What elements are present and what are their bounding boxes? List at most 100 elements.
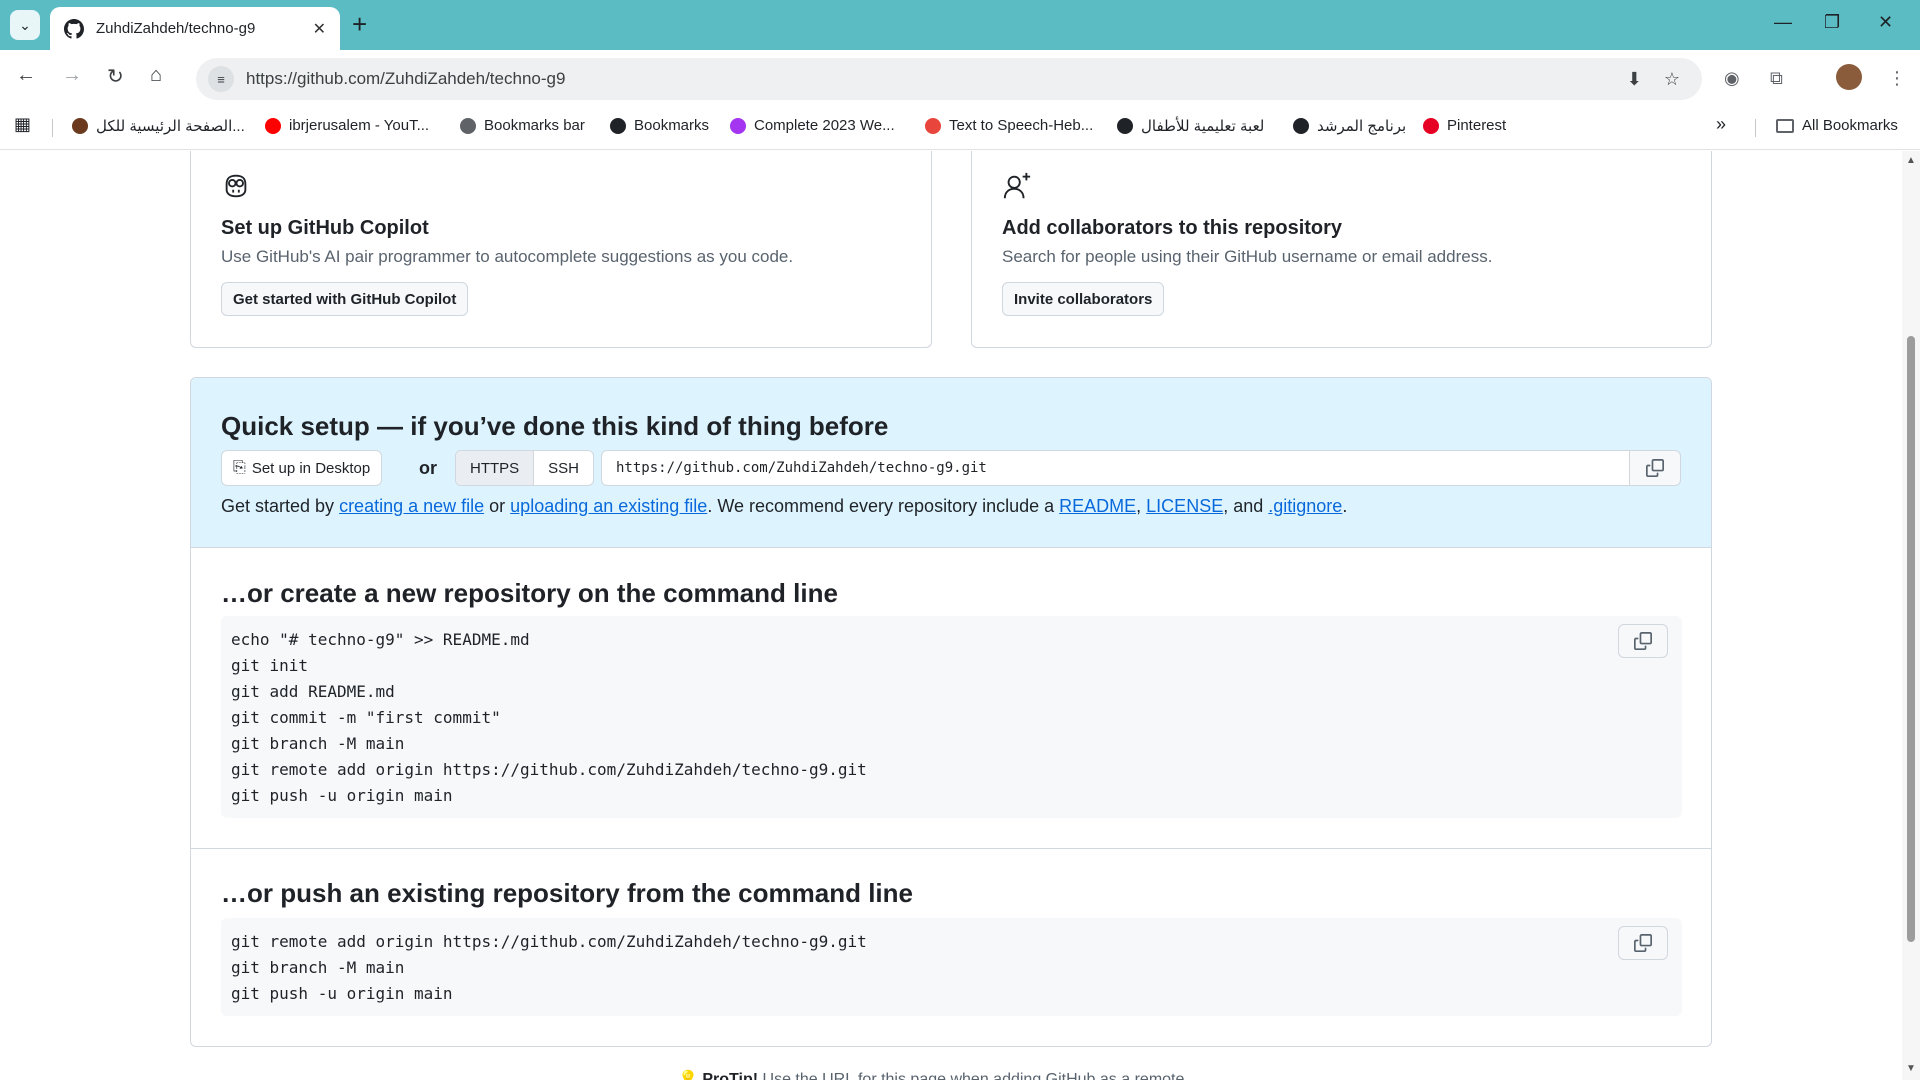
get-started-text: Get started by creating a new file or up… bbox=[221, 496, 1347, 517]
globe-icon bbox=[1117, 118, 1133, 134]
all-bookmarks-button[interactable]: All Bookmarks bbox=[1776, 117, 1898, 134]
udemy-icon bbox=[730, 117, 746, 134]
site-info-icon[interactable]: ≡ bbox=[208, 66, 234, 92]
copilot-description: Use GitHub's AI pair programmer to autoc… bbox=[221, 247, 794, 266]
chevron-down-icon: ⌄ bbox=[19, 16, 31, 33]
bookmark-item[interactable]: Bookmarks bar bbox=[460, 117, 585, 134]
gs-comma: , bbox=[1136, 496, 1147, 516]
pinterest-icon bbox=[1423, 117, 1439, 134]
copy-create-commands-button[interactable] bbox=[1618, 624, 1668, 658]
copy-icon bbox=[1634, 934, 1652, 952]
protip-label: ProTip! bbox=[702, 1071, 759, 1080]
bookmarks-divider bbox=[52, 119, 53, 137]
invite-collaborators-button[interactable]: Invite collaborators bbox=[1002, 282, 1165, 316]
gs-prefix: Get started by bbox=[221, 496, 340, 516]
apps-grid-icon[interactable]: ▦ bbox=[14, 114, 31, 135]
bookmark-label: Text to Speech-Heb... bbox=[949, 117, 1094, 134]
code-line: git init bbox=[231, 656, 309, 675]
copy-clone-url-button[interactable] bbox=[1629, 450, 1681, 486]
scrollbar-thumb[interactable] bbox=[1907, 336, 1915, 942]
https-tab[interactable]: HTTPS bbox=[456, 451, 535, 485]
folder-icon bbox=[1776, 118, 1794, 133]
address-bar[interactable]: ≡ https://github.com/ZuhdiZahdeh/techno-… bbox=[196, 58, 1702, 100]
readme-link[interactable]: README bbox=[1059, 496, 1136, 516]
gitignore-link[interactable]: .gitignore bbox=[1268, 496, 1342, 516]
bookmark-item[interactable]: ibrjerusalem - YouT... bbox=[265, 117, 429, 134]
code-line: git branch -M main bbox=[231, 958, 405, 977]
setup-box: Quick setup — if you’ve done this kind o… bbox=[190, 377, 1712, 1047]
copilot-title: Set up GitHub Copilot bbox=[221, 217, 429, 239]
create-repo-section: …or create a new repository on the comma… bbox=[191, 548, 1711, 848]
forward-arrow-icon[interactable]: → bbox=[62, 64, 82, 87]
protocol-toggle: HTTPS SSH bbox=[455, 450, 595, 486]
code-line: git push -u origin main bbox=[231, 786, 453, 805]
speech-icon bbox=[925, 117, 941, 134]
uploading-existing-file-link[interactable]: uploading an existing file bbox=[510, 496, 707, 516]
tab-strip: ⌄ ZuhdiZahdeh/techno-g9 ✕ + — ❐ ✕ bbox=[0, 0, 1920, 50]
bookmark-item[interactable]: Text to Speech-Heb... bbox=[925, 117, 1093, 134]
more-bookmarks-icon[interactable]: » bbox=[1716, 114, 1726, 135]
code-line: git add README.md bbox=[231, 682, 395, 701]
bookmark-label: Complete 2023 We... bbox=[754, 117, 895, 134]
tab-search-button[interactable]: ⌄ bbox=[10, 10, 40, 40]
page-scrollbar[interactable]: ▲ ▼ bbox=[1902, 151, 1920, 1080]
bookmark-label: Bookmarks bbox=[634, 117, 710, 134]
bookmark-item[interactable]: لعبة تعليمية للأطفال bbox=[1117, 117, 1264, 135]
collaborators-description: Search for people using their GitHub use… bbox=[1002, 247, 1493, 266]
quick-setup-title: Quick setup — if you’ve done this kind o… bbox=[221, 411, 889, 441]
desktop-download-icon: ⎘ bbox=[233, 459, 246, 476]
gs-and: , and bbox=[1223, 496, 1269, 516]
code-line: git remote add origin https://github.com… bbox=[231, 932, 867, 951]
ssh-tab[interactable]: SSH bbox=[534, 451, 593, 485]
create-repo-code: echo "# techno-g9" >> README.md git init g… bbox=[221, 616, 1682, 818]
or-label: or bbox=[419, 458, 437, 478]
folder-icon bbox=[460, 117, 476, 134]
bookmarks-divider bbox=[1755, 119, 1756, 137]
globe-icon bbox=[72, 118, 88, 134]
browser-toolbar: ← → ↻ ⌂ ≡ https://github.com/ZuhdiZahdeh… bbox=[0, 50, 1920, 105]
bookmark-label: Bookmarks bar bbox=[484, 117, 585, 134]
page-content: Set up GitHub Copilot Use GitHub's AI pa… bbox=[0, 151, 1902, 1080]
code-line: echo "# techno-g9" >> README.md bbox=[231, 630, 530, 649]
minimize-button[interactable]: — bbox=[1774, 12, 1792, 33]
bookmark-star-icon[interactable]: ☆ bbox=[1664, 69, 1680, 90]
bookmark-label: لعبة تعليمية للأطفال bbox=[1141, 118, 1265, 135]
collaborators-card: Add collaborators to this repository Sea… bbox=[971, 151, 1712, 348]
restore-button[interactable]: ❐ bbox=[1824, 12, 1840, 33]
address-url[interactable]: https://github.com/ZuhdiZahdeh/techno-g9 bbox=[246, 69, 1627, 89]
bookmark-item[interactable]: الصفحة الرئيسية للكل... bbox=[72, 117, 245, 135]
bookmark-item[interactable]: Bookmarks bbox=[610, 117, 709, 134]
setup-desktop-button[interactable]: ⎘ Set up in Desktop bbox=[221, 450, 383, 486]
license-link[interactable]: LICENSE bbox=[1146, 496, 1223, 516]
bookmark-item[interactable]: برنامج المرشد bbox=[1293, 117, 1406, 135]
all-bookmarks-label: All Bookmarks bbox=[1802, 117, 1898, 134]
tab-close-icon[interactable]: ✕ bbox=[313, 19, 326, 39]
scroll-down-icon[interactable]: ▼ bbox=[1906, 1063, 1916, 1074]
install-app-icon[interactable]: ⬇ bbox=[1627, 69, 1642, 90]
get-started-copilot-button[interactable]: Get started with GitHub Copilot bbox=[221, 282, 469, 316]
creating-new-file-link[interactable]: creating a new file bbox=[339, 496, 484, 516]
globe-icon bbox=[1293, 118, 1309, 134]
copy-icon bbox=[1646, 459, 1664, 477]
bookmark-item[interactable]: Pinterest bbox=[1423, 117, 1506, 134]
quick-setup: Quick setup — if you’ve done this kind o… bbox=[191, 378, 1711, 548]
back-arrow-icon[interactable]: ← bbox=[16, 64, 36, 87]
bookmark-item[interactable]: Complete 2023 We... bbox=[730, 117, 895, 134]
push-repo-title: …or push an existing repository from the… bbox=[221, 878, 913, 908]
code-line: git commit -m "first commit" bbox=[231, 708, 501, 727]
youtube-icon bbox=[265, 117, 281, 134]
clone-url-input[interactable]: https://github.com/ZuhdiZahdeh/techno-g9… bbox=[601, 450, 1630, 486]
menu-icon[interactable]: ⋮ bbox=[1888, 68, 1906, 89]
new-tab-button[interactable]: + bbox=[352, 11, 367, 37]
collaborators-title: Add collaborators to this repository bbox=[1002, 217, 1343, 239]
home-icon[interactable]: ⌂ bbox=[150, 64, 162, 87]
active-tab[interactable]: ZuhdiZahdeh/techno-g9 ✕ bbox=[50, 7, 340, 50]
close-window-button[interactable]: ✕ bbox=[1878, 12, 1893, 33]
copy-push-commands-button[interactable] bbox=[1618, 926, 1668, 960]
camera-icon[interactable]: ◉ bbox=[1724, 68, 1740, 89]
bookmark-label: برنامج المرشد bbox=[1317, 118, 1407, 135]
reload-icon[interactable]: ↻ bbox=[107, 64, 124, 89]
extensions-icon[interactable]: ⧉ bbox=[1770, 68, 1783, 89]
scroll-up-icon[interactable]: ▲ bbox=[1906, 155, 1916, 166]
avatar[interactable] bbox=[1836, 64, 1862, 90]
